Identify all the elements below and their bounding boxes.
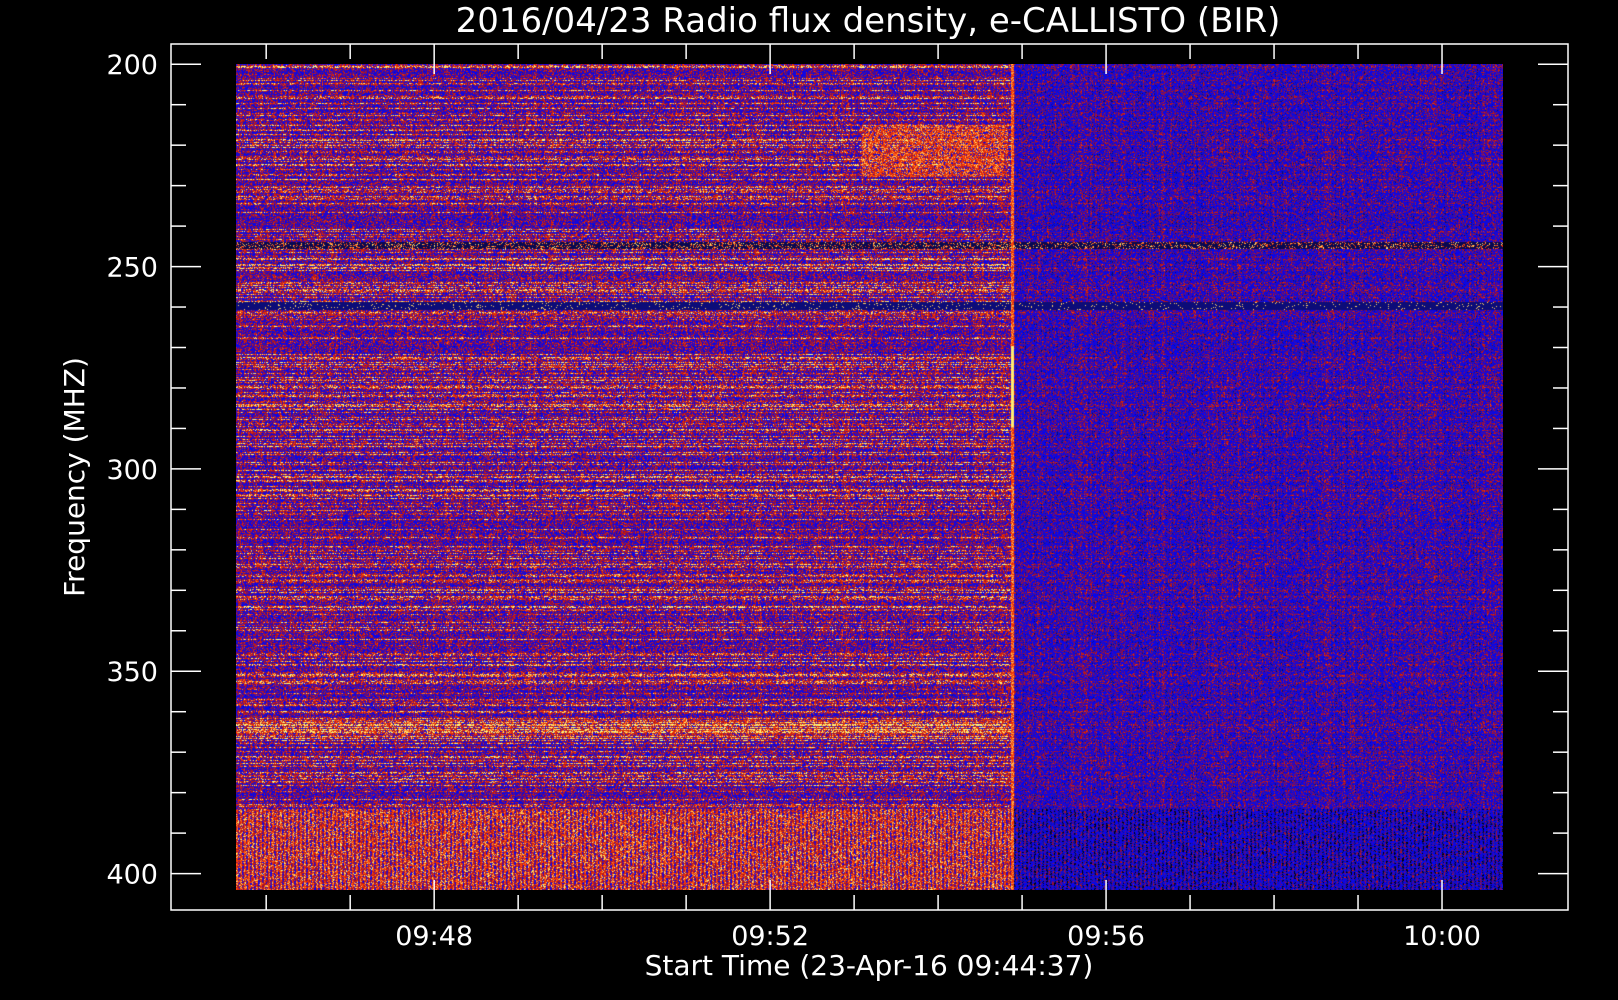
spectrogram-figure: 2016/04/23 Radio flux density, e-CALLIST… — [0, 0, 1618, 1000]
x-tick-label: 09:52 — [731, 921, 809, 952]
y-axis-label: Frequency (MHZ) — [58, 357, 91, 597]
x-tick-label: 09:48 — [395, 921, 473, 952]
y-tick-label: 200 — [106, 50, 158, 81]
y-tick-label: 250 — [106, 253, 158, 284]
spectrogram-image-holder — [236, 64, 1503, 890]
x-tick-label: 09:56 — [1067, 921, 1145, 952]
x-axis-label: Start Time (23-Apr-16 09:44:37) — [645, 949, 1094, 982]
y-tick-label: 300 — [106, 455, 158, 486]
x-tick-label: 10:00 — [1403, 921, 1481, 952]
spectrogram-heatmap — [236, 64, 1503, 890]
y-tick-label: 350 — [106, 657, 158, 688]
chart-title: 2016/04/23 Radio flux density, e-CALLIST… — [456, 1, 1281, 41]
y-tick-label: 400 — [106, 860, 158, 891]
